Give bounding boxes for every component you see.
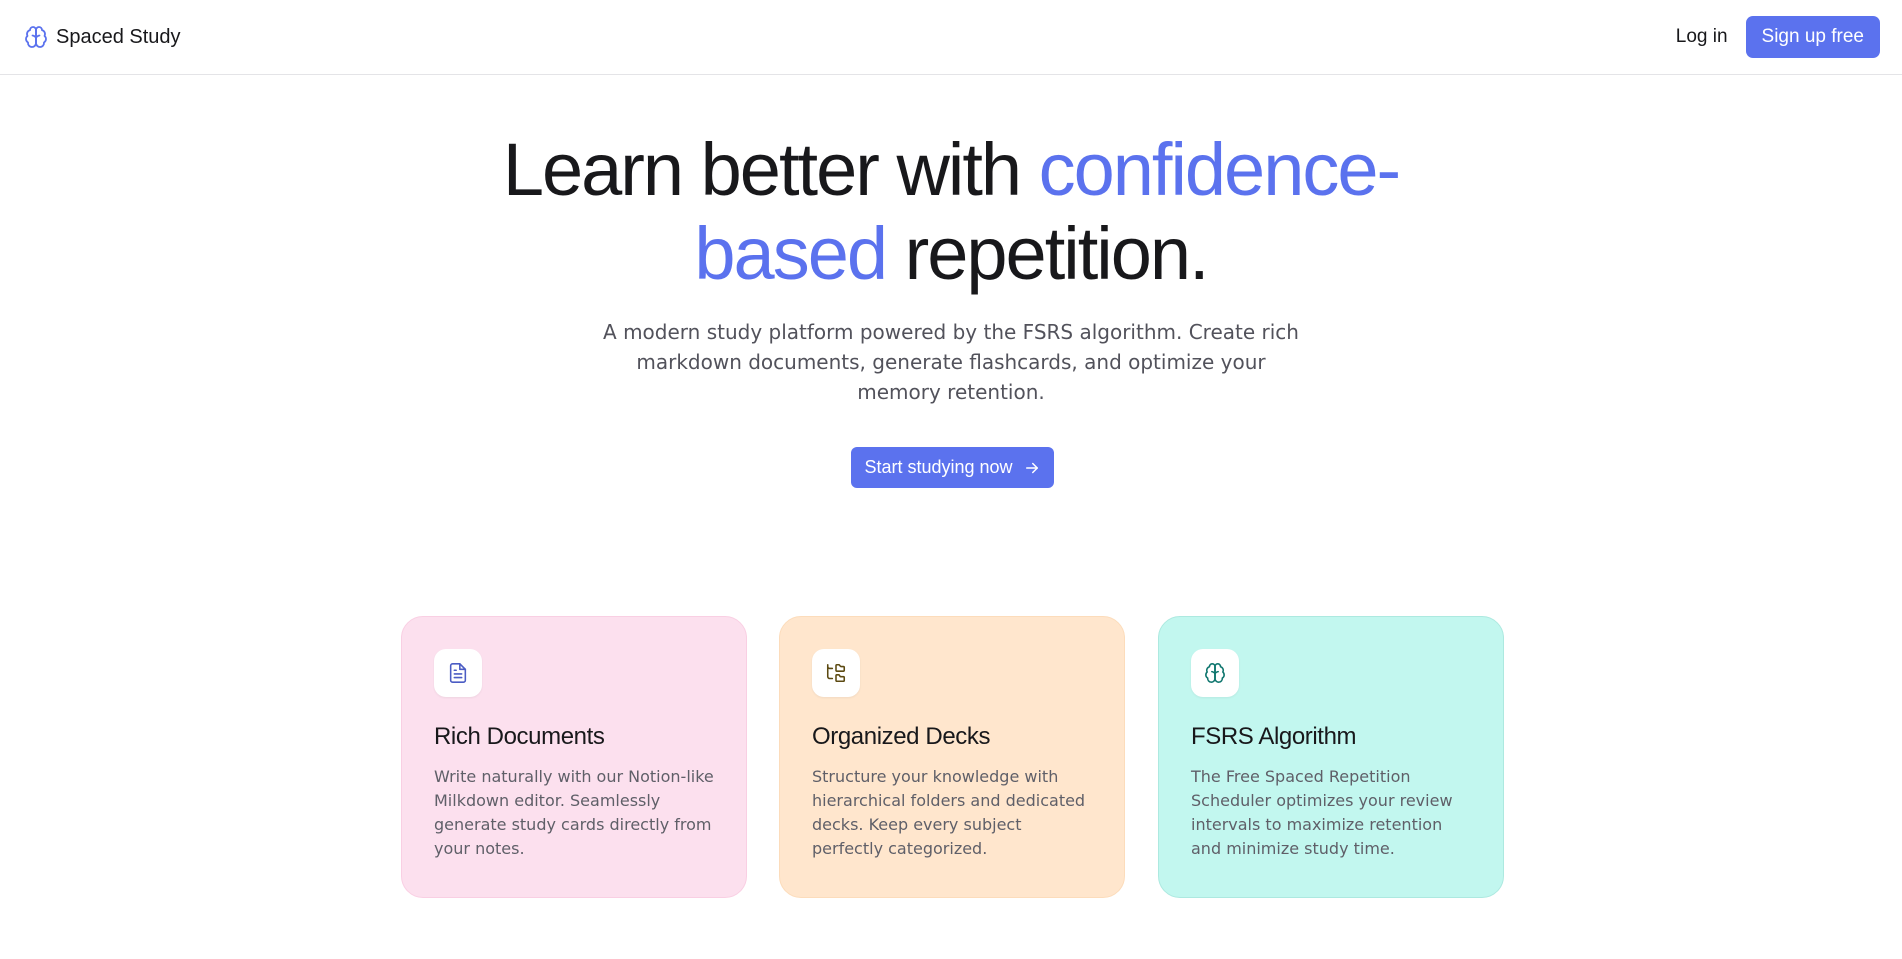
hero-title: Learn better with confidence-based repet… (440, 128, 1462, 296)
feature-description: The Free Spaced Repetition Scheduler opt… (1191, 767, 1453, 858)
feature-icon-box (812, 649, 860, 697)
top-navbar: Spaced Study Log in Sign up free (0, 0, 1902, 75)
feature-title: Organized Decks (812, 723, 991, 750)
feature-title: Rich Documents (434, 723, 605, 750)
hero-title-part1: Learn better with (502, 128, 1039, 211)
feature-icon-box (434, 649, 482, 697)
arrow-right-icon (1023, 459, 1041, 477)
feature-title: FSRS Algorithm (1191, 723, 1357, 750)
folder-tree-icon (826, 663, 846, 683)
hero-title-part2: repetition. (886, 212, 1210, 295)
cta-label: Start studying now (864, 457, 1013, 477)
brand-link[interactable]: Spaced Study (24, 25, 181, 49)
nav-actions: Log in Sign up free (1676, 16, 1880, 58)
login-link[interactable]: Log in (1676, 26, 1728, 48)
feature-card-fsrs-algorithm: FSRS Algorithm The Free Spaced Repetitio… (1158, 616, 1504, 898)
hero-subtitle: A modern study platform powered by the F… (603, 320, 1299, 404)
feature-card-organized-decks: Organized Decks Structure your knowledge… (779, 616, 1125, 898)
feature-description: Write naturally with our Notion-like Mil… (434, 767, 714, 858)
feature-card-rich-documents: Rich Documents Write naturally with our … (401, 616, 747, 898)
brand-name: Spaced Study (56, 25, 181, 48)
brain-icon (24, 25, 48, 49)
start-studying-button[interactable]: Start studying now (851, 447, 1054, 488)
feature-description: Structure your knowledge with hierarchic… (812, 767, 1086, 858)
document-icon (449, 663, 467, 683)
feature-icon-box (1191, 649, 1239, 697)
signup-button[interactable]: Sign up free (1745, 16, 1880, 58)
brain-icon (1205, 663, 1225, 683)
